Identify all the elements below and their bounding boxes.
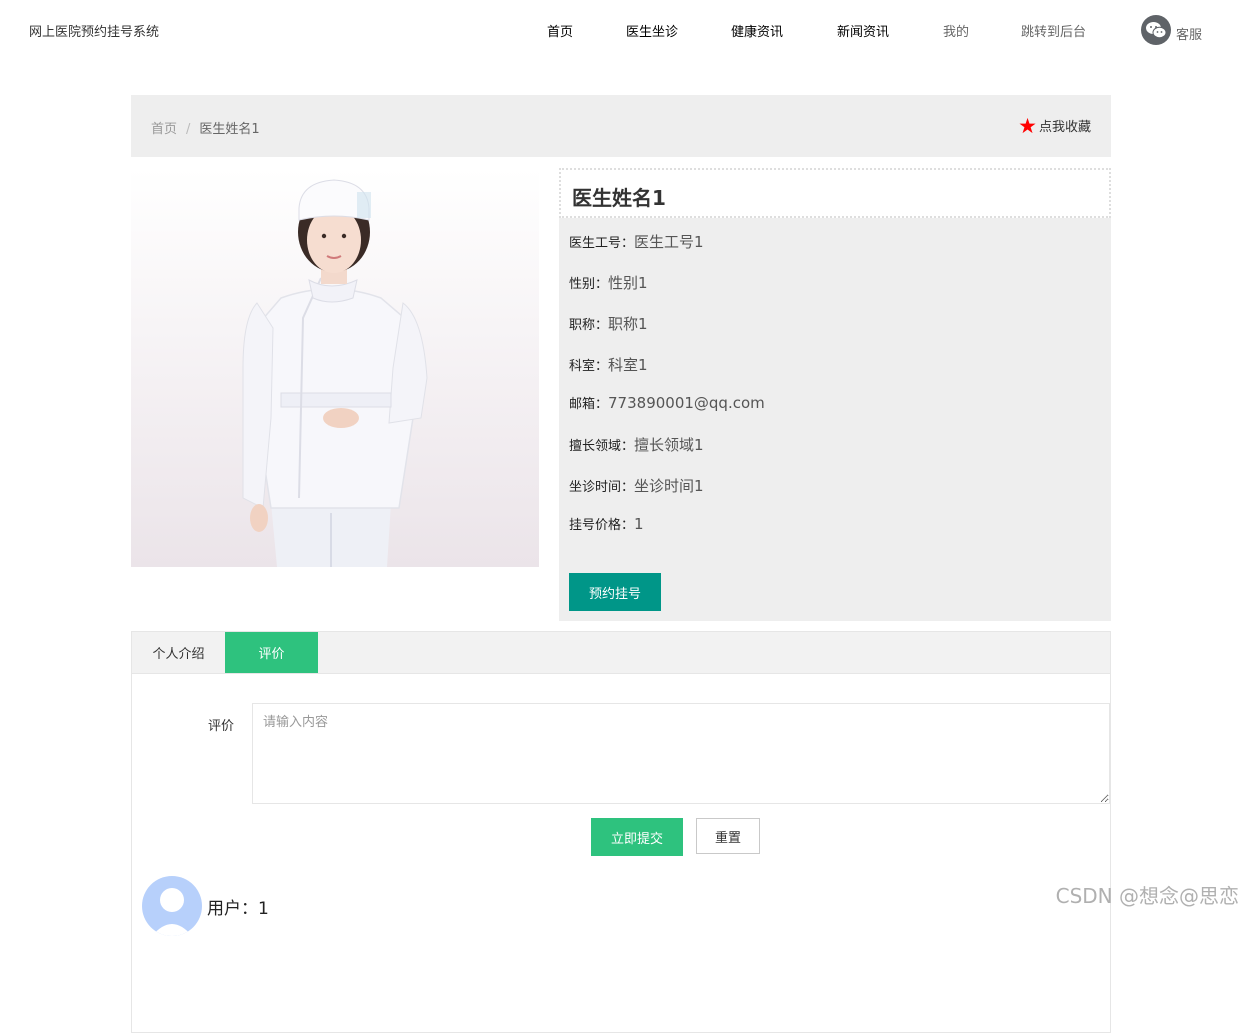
- field-label: 性别：: [569, 277, 609, 292]
- customer-service-button[interactable]: 客服: [1141, 15, 1202, 45]
- field-value: 1: [634, 515, 644, 533]
- favorite-label: 点我收藏: [1038, 120, 1091, 135]
- review-input[interactable]: [252, 703, 1110, 804]
- avatar: [142, 876, 202, 936]
- star-icon: ★: [1018, 113, 1037, 138]
- favorite-button[interactable]: ★ 点我收藏: [1018, 113, 1091, 138]
- field-value: 擅长领域1: [634, 436, 704, 454]
- customer-service-label: 客服: [1176, 28, 1203, 43]
- field-schedule: 坐诊时间：坐诊时间1: [569, 475, 704, 496]
- field-value: 医生工号1: [634, 233, 704, 251]
- field-label: 挂号价格：: [569, 518, 635, 533]
- tab-reviews[interactable]: 评价: [225, 632, 318, 673]
- nav-home[interactable]: 首页: [547, 21, 573, 40]
- wechat-icon: [1141, 15, 1171, 45]
- field-value: 科室1: [608, 356, 648, 374]
- tab-bar: 个人介绍 评价: [132, 632, 1110, 674]
- comment-user: 用户：1: [207, 899, 269, 919]
- submit-button[interactable]: 立即提交: [591, 818, 683, 856]
- field-title: 职称：职称1: [569, 313, 648, 334]
- watermark: CSDN @想念@思恋: [1055, 884, 1239, 908]
- field-label: 医生工号：: [569, 236, 635, 251]
- site-title[interactable]: 网上医院预约挂号系统: [29, 21, 159, 40]
- field-value: 坐诊时间1: [634, 477, 704, 495]
- field-department: 科室：科室1: [569, 354, 648, 375]
- tab-introduction[interactable]: 个人介绍: [132, 632, 225, 673]
- field-gender: 性别：性别1: [569, 272, 648, 293]
- doctor-name: 医生姓名1: [572, 186, 666, 210]
- nav-news[interactable]: 新闻资讯: [837, 21, 889, 40]
- doctor-name-header: 医生姓名1: [559, 168, 1111, 218]
- breadcrumb: 首页 / 医生姓名1: [151, 118, 260, 137]
- field-doctor-id: 医生工号：医生工号1: [569, 231, 704, 252]
- nav-doctor-visits[interactable]: 医生坐诊: [626, 21, 678, 40]
- field-label: 擅长领域：: [569, 439, 635, 454]
- field-price: 挂号价格：1: [569, 514, 644, 533]
- breadcrumb-bar: 首页 / 医生姓名1 ★ 点我收藏: [131, 95, 1111, 157]
- nav-health-news[interactable]: 健康资讯: [731, 21, 783, 40]
- breadcrumb-home[interactable]: 首页: [151, 122, 177, 137]
- detail-tabs: 个人介绍 评价 评价 立即提交 重置 用户：1: [131, 631, 1111, 1033]
- nav-admin-link[interactable]: 跳转到后台: [1021, 21, 1086, 40]
- review-label: 评价: [208, 719, 235, 734]
- nav-mine[interactable]: 我的: [943, 21, 969, 40]
- field-label: 邮箱：: [569, 397, 609, 412]
- breadcrumb-separator: /: [186, 122, 191, 137]
- field-label: 坐诊时间：: [569, 480, 635, 495]
- field-value: 773890001@qq.com: [608, 394, 765, 412]
- reset-button[interactable]: 重置: [696, 818, 760, 854]
- book-appointment-button[interactable]: 预约挂号: [569, 573, 661, 611]
- doctor-info-panel: 医生姓名1 医生工号：医生工号1 性别：性别1 职称：职称1 科室：科室1 邮箱…: [559, 168, 1111, 621]
- field-email: 邮箱：773890001@qq.com: [569, 393, 765, 412]
- doctor-photo: [131, 168, 539, 567]
- field-value: 性别1: [608, 274, 648, 292]
- field-label: 职称：: [569, 318, 609, 333]
- top-navbar: 网上医院预约挂号系统 首页 医生坐诊 健康资讯 新闻资讯 我的 跳转到后台 客服: [0, 0, 1243, 60]
- field-value: 职称1: [608, 315, 648, 333]
- field-label: 科室：: [569, 359, 609, 374]
- field-specialty: 擅长领域：擅长领域1: [569, 434, 704, 455]
- breadcrumb-current: 医生姓名1: [199, 122, 260, 137]
